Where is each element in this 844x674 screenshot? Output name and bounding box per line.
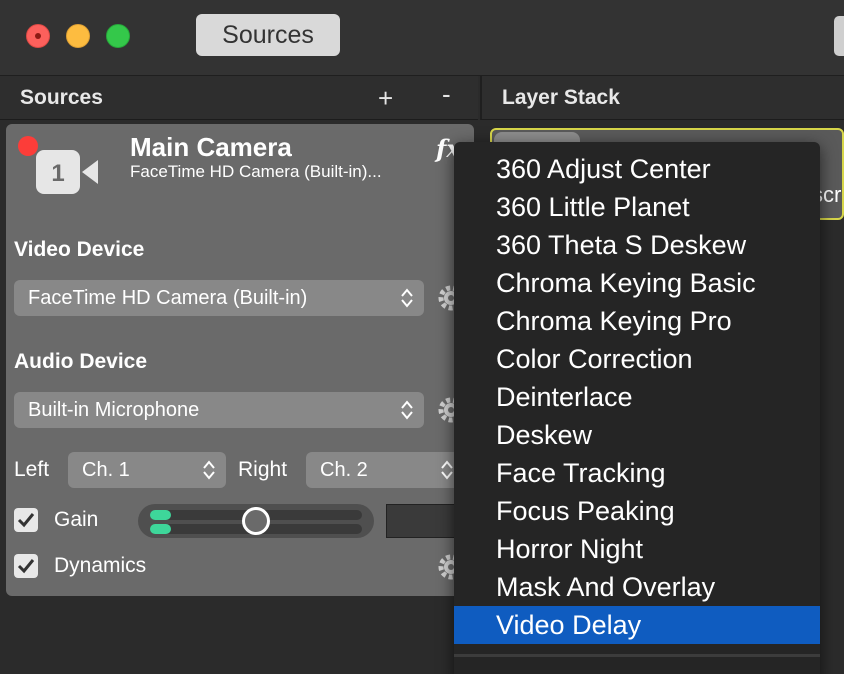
fx-menu-item[interactable]: Mask And Overlay (454, 568, 820, 606)
camera-number-badge: 1 (51, 160, 64, 187)
right-channel-select[interactable]: Ch. 2 (306, 452, 464, 488)
checkmark-icon (17, 513, 35, 528)
fx-menu-item[interactable]: Chroma Keying Basic (454, 264, 820, 302)
layer-stack-header: Layer Stack (480, 76, 844, 120)
left-channel-select[interactable]: Ch. 1 (68, 452, 226, 488)
dynamics-label: Dynamics (54, 554, 147, 577)
fx-menu-item[interactable]: 360 Little Planet (454, 188, 820, 226)
chevron-updown-icon (203, 460, 215, 480)
video-device-value: FaceTime HD Camera (Built-in) (28, 287, 308, 309)
dynamics-checkbox[interactable] (14, 554, 38, 578)
fx-filter-menu: 360 Adjust Center 360 Little Planet 360 Th… (454, 142, 820, 674)
checkmark-icon (17, 559, 35, 574)
right-channel-value: Ch. 2 (320, 459, 368, 481)
minimize-window-button[interactable] (66, 24, 90, 48)
fx-menu-item[interactable]: Focus Peaking (454, 492, 820, 530)
source-card[interactable]: 1 Main Camera FaceTime HD Camera (Built-… (6, 124, 476, 596)
sources-header-title: Sources (20, 86, 103, 109)
left-channel-value: Ch. 1 (82, 459, 130, 481)
layer-stack-title: Layer Stack (502, 86, 620, 109)
record-indicator (18, 136, 38, 156)
fx-menu-item[interactable]: Face Tracking (454, 454, 820, 492)
gain-label: Gain (54, 508, 99, 531)
chevron-updown-icon (401, 288, 413, 308)
fx-menu-item[interactable]: 360 Adjust Center (454, 150, 820, 188)
fx-menu-item[interactable]: 360 Theta S Deskew (454, 226, 820, 264)
video-camera-icon: 1 (36, 150, 98, 194)
fx-menu-item[interactable]: Deskew (454, 416, 820, 454)
chevron-updown-icon (441, 460, 453, 480)
audio-meter-bottom-fill (150, 524, 172, 534)
title-bar: Sources (0, 0, 844, 76)
fx-menu-item[interactable]: Video Delay (454, 606, 820, 644)
fx-menu-item[interactable]: Chroma Keying Pro (454, 302, 820, 340)
fx-menu-item[interactable]: Deinterlace (454, 378, 820, 416)
fx-menu-item[interactable]: Horror Night (454, 530, 820, 568)
source-subtitle: FaceTime HD Camera (Built-in)... (130, 162, 382, 181)
gain-slider-knob[interactable] (242, 507, 270, 535)
sources-header: Sources + - (0, 76, 478, 120)
source-title: Main Camera (130, 132, 292, 162)
audio-device-label: Audio Device (14, 350, 148, 373)
zoom-window-button[interactable] (106, 24, 130, 48)
menu-separator (454, 654, 820, 657)
video-device-select[interactable]: FaceTime HD Camera (Built-in) (14, 280, 424, 316)
fx-menu-item[interactable]: Color Correction (454, 340, 820, 378)
gain-checkbox[interactable] (14, 508, 38, 532)
remove-source-button[interactable]: - (442, 72, 451, 116)
close-window-button[interactable] (26, 24, 50, 48)
video-device-label: Video Device (14, 238, 145, 261)
right-channel-label: Right (238, 458, 288, 481)
audio-device-value: Built-in Microphone (28, 399, 200, 421)
audio-meter-top-fill (150, 510, 172, 520)
chevron-updown-icon (401, 400, 413, 420)
audio-device-select[interactable]: Built-in Microphone (14, 392, 424, 428)
add-source-button[interactable]: + (378, 76, 393, 120)
left-channel-label: Left (14, 458, 50, 481)
sources-toolbar-button[interactable]: Sources (196, 14, 340, 56)
toolbar-button-partial[interactable] (834, 16, 844, 56)
